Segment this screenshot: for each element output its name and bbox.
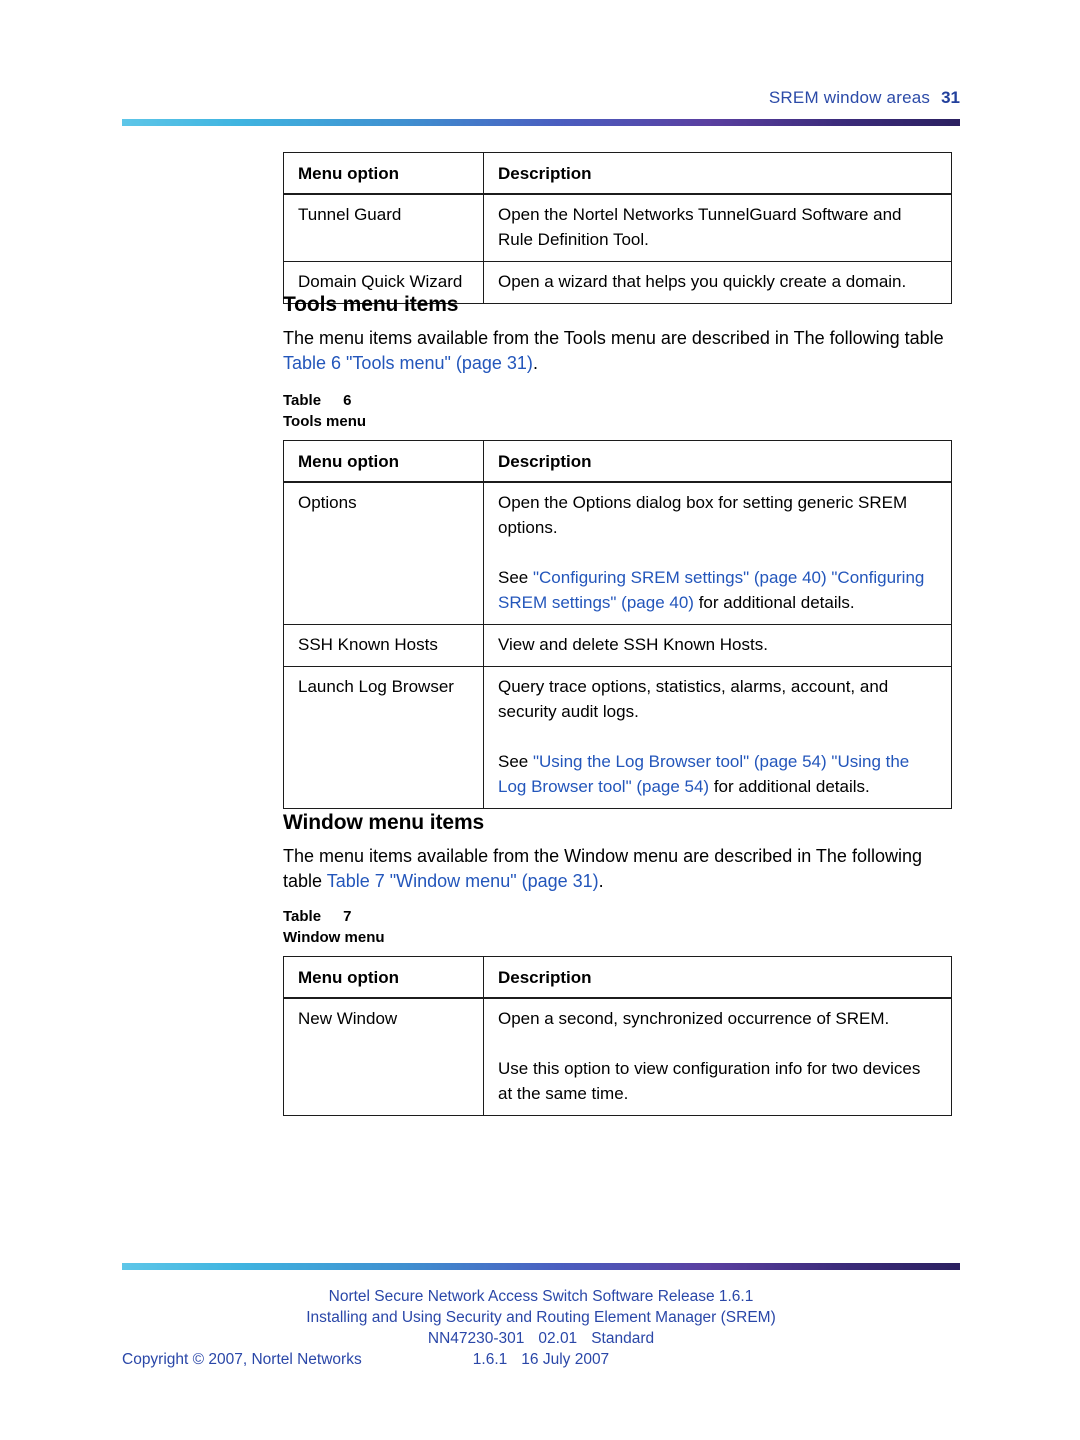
footer-line-product: Nortel Secure Network Access Switch Soft…: [328, 1288, 754, 1305]
section-tools-menu-items: Tools menu items The menu items availabl…: [283, 293, 955, 376]
cell-description: Query trace options, statistics, alarms,…: [483, 666, 952, 809]
column-header-menu-option: Menu option: [283, 152, 484, 195]
intro-text-tail: .: [598, 871, 604, 891]
cell-description-text: Open the Options dialog box for setting …: [498, 493, 908, 537]
intro-text-tail: .: [532, 353, 538, 373]
table-caption-title: Window menu: [283, 929, 385, 946]
cell-menu-option: Launch Log Browser: [283, 666, 484, 809]
cell-menu-option: New Window: [283, 998, 484, 1116]
cell-description: Open the Nortel Networks TunnelGuard Sof…: [483, 194, 952, 262]
running-header: SREM window areas 31: [122, 88, 960, 108]
section-title-window: Window menu items: [283, 811, 485, 834]
running-header-title: SREM window areas: [768, 88, 931, 107]
column-header-description: Description: [483, 440, 952, 483]
table-row: Launch Log Browser Query trace options, …: [283, 666, 952, 809]
section-window-menu-items: Window menu items The menu items availab…: [283, 811, 955, 894]
see-suffix: for additional details.: [709, 777, 870, 796]
table-6-block: Menu option Description Options Open the…: [283, 440, 952, 809]
footer-rule: [122, 1263, 960, 1270]
table-header-row: Menu option Description: [283, 956, 952, 999]
table-caption-line-1: Table 6: [283, 390, 366, 411]
table-caption-line-1: Table 7: [283, 906, 385, 927]
window-menu-table: Menu option Description New Window Open …: [283, 956, 952, 1116]
cell-description: View and delete SSH Known Hosts.: [483, 624, 952, 667]
footer-doc-number: NN47230-301: [427, 1330, 525, 1347]
table-row: SSH Known Hosts View and delete SSH Know…: [283, 624, 952, 667]
cross-reference-link[interactable]: "Using the Log Browser tool" (page 54): [533, 752, 827, 771]
cell-menu-option: SSH Known Hosts: [283, 624, 484, 667]
footer-line-title: Installing and Using Security and Routin…: [306, 1309, 776, 1326]
section-intro-window: The menu items available from the Window…: [283, 844, 955, 894]
table-header-row: Menu option Description: [283, 440, 952, 483]
table-header-row: Menu option Description: [283, 152, 952, 195]
footer-copyright: Copyright © 2007, Nortel Networks: [122, 1351, 362, 1368]
column-header-menu-option: Menu option: [283, 956, 484, 999]
cell-description: Open the Options dialog box for setting …: [483, 482, 952, 625]
footer-status: Standard: [591, 1330, 655, 1347]
section-title-tools: Tools menu items: [283, 293, 459, 316]
continued-menu-table: Menu option Description Tunnel Guard Ope…: [283, 152, 952, 304]
footer-version: 1.6.1: [472, 1351, 508, 1368]
cell-menu-option: Options: [283, 482, 484, 625]
column-header-description: Description: [483, 152, 952, 195]
table-row: New Window Open a second, synchronized o…: [283, 998, 952, 1116]
document-page: SREM window areas 31 Menu option Descript…: [0, 0, 1080, 1440]
table-7-caption: Table 7 Window menu: [283, 906, 385, 948]
table-cross-reference-link[interactable]: Table 6 "Tools menu" (page 31): [283, 353, 533, 373]
cross-reference-link[interactable]: "Configuring SREM settings" (page 40): [533, 568, 827, 587]
section-intro-tools: The menu items available from the Tools …: [283, 326, 955, 376]
column-header-menu-option: Menu option: [283, 440, 484, 483]
page-number: 31: [941, 88, 960, 107]
continued-table-block: Menu option Description Tunnel Guard Ope…: [283, 152, 952, 304]
intro-text-lead: The menu items available from the Tools …: [283, 328, 944, 348]
footer-date: 16 July 2007: [521, 1351, 610, 1368]
table-caption-number: 6: [343, 392, 352, 409]
see-prefix: See: [498, 752, 533, 771]
header-rule: [122, 119, 960, 126]
footer-issue: 02.01: [538, 1330, 578, 1347]
table-cross-reference-link[interactable]: Table 7 "Window menu" (page 31): [327, 871, 599, 891]
table-caption-number: 7: [343, 908, 352, 925]
see-prefix: See: [498, 568, 533, 587]
see-suffix: for additional details.: [693, 593, 855, 612]
table-caption-label: Table: [283, 908, 322, 925]
column-header-description: Description: [483, 956, 952, 999]
cell-description: Open a second, synchronized occurrence o…: [483, 998, 952, 1116]
table-6-caption: Table 6 Tools menu: [283, 390, 366, 432]
cell-description-text: Open a second, synchronized occurrence o…: [498, 1009, 890, 1028]
table-row: Tunnel Guard Open the Nortel Networks Tu…: [283, 194, 952, 262]
cell-menu-option: Tunnel Guard: [283, 194, 484, 262]
table-caption-label: Table: [283, 392, 322, 409]
table-7-block: Menu option Description New Window Open …: [283, 956, 952, 1116]
cell-description-text: Query trace options, statistics, alarms,…: [498, 677, 889, 721]
table-row: Options Open the Options dialog box for …: [283, 482, 952, 625]
tools-menu-table: Menu option Description Options Open the…: [283, 440, 952, 809]
footer-line-docnum: NN47230-301 02.01 Standard: [122, 1328, 960, 1349]
table-caption-title: Tools menu: [283, 413, 367, 430]
cell-description-text-2: Use this option to view configuration in…: [498, 1059, 921, 1103]
